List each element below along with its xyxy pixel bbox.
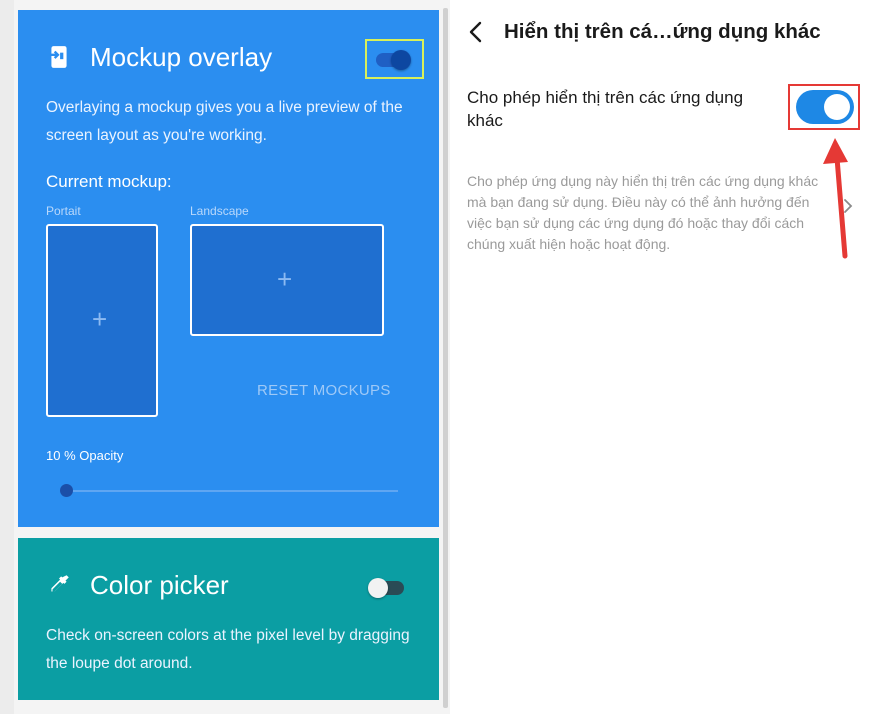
allow-overlay-toggle-knob [824,94,850,120]
settings-page-title: Hiển thị trên cá…ứng dụng khác [504,20,821,43]
allow-overlay-description: Cho phép ứng dụng này hiển thị trên các … [467,173,819,252]
screenshot-root: Mockup overlay Overlaying a mockup gives… [0,0,870,714]
mockup-overlay-card: Mockup overlay Overlaying a mockup gives… [18,10,439,527]
landscape-mockup-slot[interactable]: + [190,224,384,336]
landscape-label: Landscape [190,204,249,218]
opacity-slider-thumb[interactable] [59,484,73,497]
color-picker-description: Check on-screen colors at the pixel leve… [46,627,410,672]
mockup-overlay-description: Overlaying a mockup gives you a live pre… [46,99,403,144]
color-picker-title: Color picker [90,570,229,600]
system-settings-panel: Hiển thị trên cá…ứng dụng khác Cho phép … [452,0,870,714]
phone-import-icon [49,46,67,68]
mockup-overlay-title: Mockup overlay [90,42,273,72]
opacity-slider-track [64,490,398,492]
panel-divider [443,8,448,708]
color-picker-card: Color picker Check on-screen colors at t… [18,538,439,700]
add-portrait-icon: + [92,304,108,334]
overlay-app-panel: Mockup overlay Overlaying a mockup gives… [0,0,450,714]
opacity-label: 10 % Opacity [46,448,124,463]
allow-overlay-label: Cho phép hiển thị trên các ứng dụng khác [467,88,744,130]
reset-mockups-button[interactable]: RESET MOCKUPS [257,382,391,399]
current-mockup-label: Current mockup: [46,172,172,191]
portrait-mockup-slot[interactable]: + [46,224,158,417]
mockup-toggle-knob [391,50,411,70]
chevron-left-icon[interactable] [466,20,486,44]
portrait-label: Portait [46,204,81,218]
color-toggle-knob [368,578,388,598]
add-landscape-icon: + [277,264,293,294]
left-edge [0,0,14,714]
eyedropper-icon [51,575,69,592]
red-arrow-annotation [823,138,848,259]
